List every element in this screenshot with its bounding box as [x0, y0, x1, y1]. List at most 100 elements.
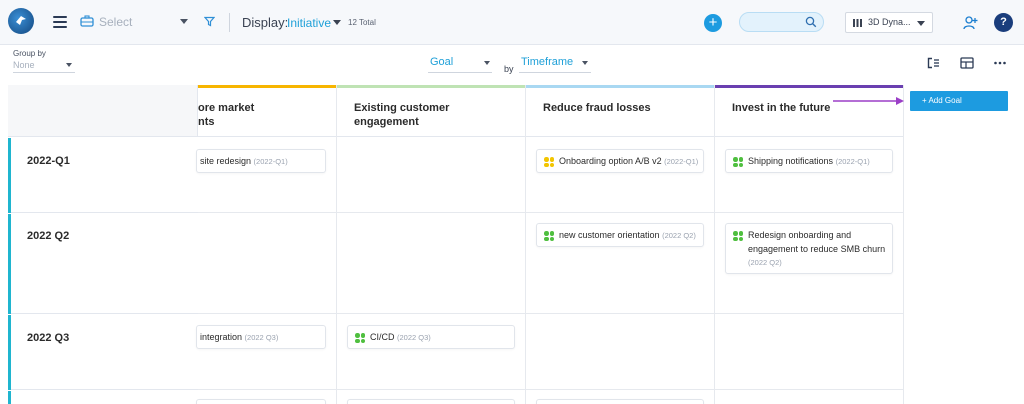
- card-title: site redesign: [200, 156, 252, 166]
- card-timeframe: (2022-Q1): [664, 157, 699, 166]
- initiative-card[interactable]: CI/CD (2022 Q3): [347, 325, 515, 349]
- briefcase-icon: [80, 15, 94, 27]
- row-accent: [8, 214, 11, 314]
- goal-title: Invest in the future: [732, 102, 831, 114]
- total-count: 12 Total: [348, 18, 376, 27]
- timeframe-select-underline: [519, 72, 591, 73]
- workspace-name: 3D Dyna...: [868, 17, 911, 27]
- group-by-label: Group by: [13, 49, 46, 58]
- goal-select[interactable]: Goal: [430, 56, 453, 68]
- card-timeframe: (2022 Q2): [748, 258, 782, 267]
- card-timeframe: (2022-Q1): [835, 157, 870, 166]
- row-label: 2022 Q2: [27, 230, 70, 242]
- card-timeframe: (2022 Q3): [244, 333, 279, 342]
- group-by-select[interactable]: None: [13, 60, 35, 70]
- column-divider: [525, 85, 526, 404]
- add-goal-button[interactable]: + Add Goal: [910, 91, 1008, 111]
- app-page: Select Display: Initiative 12 Total + 3D…: [0, 0, 1024, 404]
- collapse-list-icon[interactable]: [926, 57, 940, 69]
- right-panel: [904, 85, 1024, 404]
- roadmap-grid: ore market nts Existing customer engagemen…: [0, 85, 904, 404]
- chevron-down-icon[interactable]: [582, 61, 588, 65]
- display-label: Display:: [242, 15, 289, 30]
- search-icon: [805, 16, 817, 28]
- goal-title: nts: [198, 116, 215, 128]
- goal-title: ore market: [198, 102, 255, 114]
- divider: [229, 13, 230, 32]
- row-accent: [8, 138, 11, 213]
- card-timeframe: (2022 Q2): [662, 231, 696, 240]
- logo-bird-icon: [16, 16, 26, 25]
- corner-header: [8, 85, 198, 137]
- yellow-status-icon: [544, 157, 554, 167]
- product-select[interactable]: Select: [99, 15, 132, 29]
- goal-column-header[interactable]: Invest in the future: [714, 85, 904, 137]
- initiative-card[interactable]: [196, 399, 326, 404]
- card-timeframe: (2022-Q1): [253, 157, 288, 166]
- chevron-down-icon[interactable]: [484, 61, 490, 65]
- chevron-down-icon: [917, 21, 925, 26]
- display-select[interactable]: Initiative: [287, 16, 331, 30]
- column-divider: [714, 85, 715, 404]
- top-bar: Select Display: Initiative 12 Total + 3D…: [0, 0, 1024, 45]
- row-header: [8, 137, 198, 213]
- row-accent: [8, 391, 11, 404]
- initiative-card[interactable]: [536, 399, 704, 404]
- card-title: Redesign onboarding and: [748, 230, 852, 240]
- goal-stripe: [336, 85, 525, 88]
- initiative-card[interactable]: site redesign (2022-Q1): [196, 149, 326, 173]
- workspace-icon: [853, 19, 862, 27]
- initiative-card[interactable]: integration (2022 Q3): [196, 325, 326, 349]
- green-status-icon: [544, 231, 554, 241]
- by-label: by: [504, 64, 514, 74]
- card-timeframe: (2022 Q3): [397, 333, 431, 342]
- initiative-card[interactable]: Redesign onboarding and engagement to re…: [725, 223, 893, 274]
- row-divider: [198, 212, 904, 213]
- card-title: engagement to reduce SMB churn: [748, 243, 886, 254]
- goal-select-underline: [428, 72, 492, 73]
- chevron-down-icon[interactable]: [180, 19, 188, 24]
- row-accent: [8, 315, 11, 390]
- filter-icon[interactable]: [204, 16, 215, 27]
- workspace-select[interactable]: 3D Dyna...: [845, 12, 933, 33]
- row-label: 2022-Q1: [27, 155, 70, 167]
- goal-title: Existing customer: [354, 102, 450, 114]
- row-header: [8, 213, 198, 314]
- row-divider: [198, 389, 904, 390]
- row-label: 2022 Q3: [27, 332, 70, 344]
- goal-column-header[interactable]: ore market nts: [198, 85, 336, 137]
- green-status-icon: [355, 333, 365, 343]
- card-title: Onboarding option A/B v2: [559, 156, 662, 166]
- group-by-underline: [13, 72, 75, 73]
- create-button[interactable]: +: [704, 14, 722, 32]
- card-title: CI/CD: [370, 332, 395, 342]
- initiative-card[interactable]: new customer orientation (2022 Q2): [536, 223, 704, 247]
- goal-column-header[interactable]: Reduce fraud losses: [525, 85, 714, 137]
- menu-icon[interactable]: [53, 16, 67, 28]
- initiative-card[interactable]: Onboarding option A/B v2 (2022-Q1): [536, 149, 704, 173]
- row-header: [8, 390, 198, 404]
- goal-stripe: [714, 85, 904, 88]
- card-title: new customer orientation: [559, 230, 660, 240]
- chevron-down-icon[interactable]: [333, 20, 341, 25]
- goal-title: engagement: [354, 116, 419, 128]
- goal-column-header[interactable]: Existing customer engagement: [336, 85, 525, 137]
- row-divider: [198, 313, 904, 314]
- green-status-icon: [733, 157, 743, 167]
- goal-stripe: [525, 85, 714, 88]
- help-button[interactable]: ?: [994, 13, 1013, 32]
- green-status-icon: [733, 231, 743, 241]
- goal-stripe: [198, 85, 336, 88]
- card-title: integration: [200, 332, 243, 342]
- row-header: [8, 314, 198, 390]
- column-divider: [336, 85, 337, 404]
- more-options-icon[interactable]: [993, 57, 1007, 69]
- arrow-annotation-icon: [833, 97, 904, 105]
- initiative-card[interactable]: Shipping notifications (2022-Q1): [725, 149, 893, 173]
- chevron-down-icon[interactable]: [66, 63, 72, 67]
- timeframe-select[interactable]: Timeframe: [521, 56, 573, 68]
- layout-icon[interactable]: [960, 57, 974, 69]
- search-input[interactable]: [739, 12, 824, 32]
- initiative-card[interactable]: [347, 399, 515, 404]
- add-user-icon[interactable]: [963, 15, 978, 30]
